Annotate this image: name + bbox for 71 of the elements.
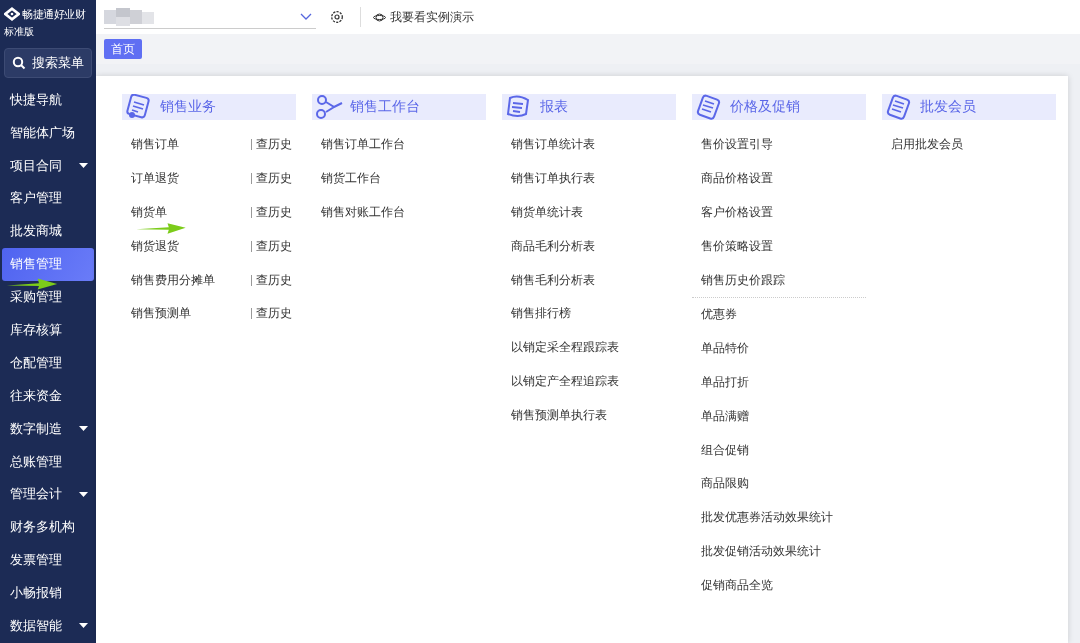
sidebar-item[interactable]: 往来资金 [2,379,94,413]
menu-item[interactable]: 销售排行榜 [511,306,571,322]
search-menu-button[interactable]: 搜索菜单 [4,47,92,78]
sidebar-item[interactable]: 管理会计 [2,478,94,512]
column-title: 销售业务 [160,98,216,116]
demo-link[interactable]: 我要看实例演示 [373,8,474,26]
menu-item[interactable]: 组合促销 [701,442,749,458]
menu-item[interactable]: 客户价格设置 [701,205,773,220]
chevron-down-icon [300,13,312,20]
sidebar-item[interactable]: 智能体广场 [2,116,94,150]
menu-item[interactable]: 销售订单统计表 [511,137,595,153]
sidebar-item[interactable]: 批发商城 [2,215,94,249]
column-title: 批发会员 [920,98,976,116]
sidebar-item[interactable]: 客户管理 [2,182,94,216]
menu-item[interactable]: 启用批发会员 [891,137,963,153]
menu-item[interactable]: 订单退货 [131,171,179,187]
menu-item[interactable]: 单品特价 [701,341,749,357]
menu-item[interactable]: 销货单 [131,205,167,220]
menu-item[interactable]: 销售预测单 [131,306,191,322]
history-link[interactable]: 查历史 [251,207,292,218]
sidebar-item[interactable]: 项目合同 [2,149,94,183]
sidebar-item[interactable]: 总账管理 [2,445,94,479]
history-link[interactable]: 查历史 [251,240,292,252]
menu-item[interactable]: 销售费用分摊单 [131,272,215,288]
sidebar-item[interactable]: 小畅报销 [2,577,94,611]
history-link[interactable]: 查历史 [251,139,292,151]
brand-name: 畅捷通好业财 [22,6,85,22]
history-link[interactable]: 查历史 [251,173,292,185]
menu-item[interactable]: 销货退货 [131,238,179,254]
sidebar-item[interactable]: 仓配管理 [2,346,94,380]
search-icon [12,55,26,70]
sidebar-item[interactable]: 数字制造 [2,412,94,446]
menu-item[interactable]: 销售预测单执行表 [511,407,607,423]
menu-item[interactable]: 批发优惠券活动效果统计 [701,510,833,526]
column-title: 销售工作台 [350,98,420,116]
sidebar-item[interactable]: 快捷导航 [2,83,94,117]
menu-item[interactable]: 以销定产全程追踪表 [511,373,619,389]
sidebar-item[interactable]: 发票管理 [2,544,94,578]
menu-item[interactable]: 销售对账工作台 [321,205,405,220]
menu-item[interactable]: 商品限购 [701,476,749,492]
column-title: 报表 [540,98,568,116]
sidebar-item[interactable]: 销售管理 [2,248,94,282]
sidebar-item[interactable]: 库存核算 [2,314,94,347]
sidebar-item[interactable]: 采购管理 [2,281,94,314]
menu-item[interactable]: 销售订单执行表 [511,171,595,187]
settings-icon[interactable] [330,10,344,24]
column-title: 价格及促销 [730,98,800,116]
sidebar-item[interactable]: 财务多机构 [2,511,94,545]
menu-item[interactable]: 销售订单 [131,137,179,153]
menu-item[interactable]: 批发促销活动效果统计 [701,543,821,559]
menu-item[interactable]: 优惠券 [701,307,737,323]
menu-item[interactable]: 销货工作台 [321,171,381,187]
sidebar-item[interactable]: 数据智能 [2,610,94,643]
home-tab[interactable]: 首页 [104,39,142,59]
menu-item[interactable]: 单品满赠 [701,408,749,424]
menu-item[interactable]: 销售毛利分析表 [511,272,595,288]
history-link[interactable]: 查历史 [251,274,292,286]
menu-item[interactable]: 促销商品全览 [701,577,773,593]
edition-label: 标准版 [4,25,35,39]
menu-item[interactable]: 商品毛利分析表 [511,238,595,254]
menu-item[interactable]: 销货单统计表 [511,205,583,220]
menu-item[interactable]: 以销定采全程跟踪表 [511,340,619,356]
menu-item[interactable]: 售价设置引导 [701,137,773,153]
menu-item[interactable]: 销售订单工作台 [321,137,405,153]
menu-item[interactable]: 商品价格设置 [701,171,773,187]
menu-item[interactable]: 销售历史价跟踪 [701,272,785,288]
menu-item[interactable]: 售价策略设置 [701,238,773,254]
menu-item[interactable]: 单品打折 [701,374,749,390]
history-link[interactable]: 查历史 [251,308,292,320]
planet-icon [373,11,386,23]
logo-icon [4,5,20,23]
